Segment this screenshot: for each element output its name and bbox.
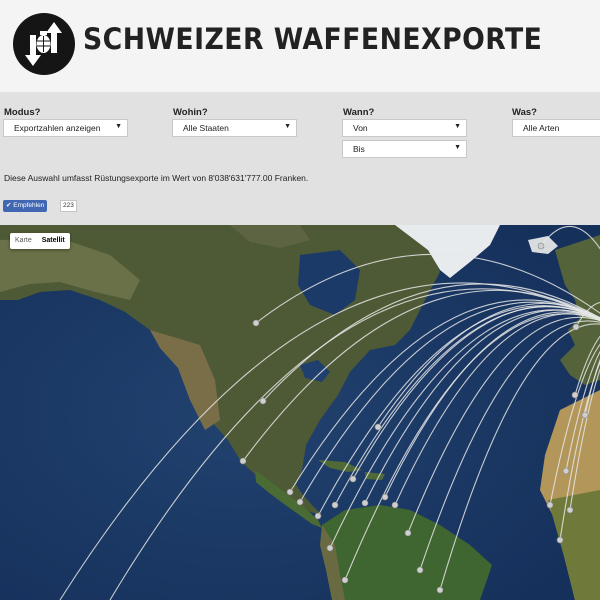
site-header: SCHWEIZER WAFFENEXPORTE <box>0 0 600 92</box>
like-button-label: Empfehlen <box>13 202 45 209</box>
destination-marker[interactable] <box>239 457 247 465</box>
destination-marker[interactable] <box>286 488 294 496</box>
destination-marker[interactable] <box>314 512 322 520</box>
when-label: Wann? <box>343 107 375 118</box>
satellite-map[interactable] <box>0 225 600 600</box>
mode-select-value: Exportzahlen anzeigen <box>14 123 101 133</box>
like-button[interactable]: ✔ Empfehlen <box>3 200 48 212</box>
destination-marker[interactable] <box>259 397 267 405</box>
destination-marker[interactable] <box>537 242 545 250</box>
map-type-control: Karte Satellit <box>10 233 70 249</box>
destination-marker[interactable] <box>566 506 574 514</box>
destination-marker[interactable] <box>436 586 444 594</box>
filter-panel: Modus? Exportzahlen anzeigen ▼ Wohin? Al… <box>0 92 600 225</box>
like-count: 223 <box>60 200 77 212</box>
grenade-arrows-icon[interactable] <box>13 13 75 75</box>
from-select[interactable]: Von ▼ <box>342 119 467 137</box>
mode-label: Modus? <box>4 107 41 118</box>
to-select[interactable]: Bis ▼ <box>342 140 467 158</box>
destination-marker[interactable] <box>296 498 304 506</box>
where-label: Wohin? <box>173 107 208 118</box>
map-view[interactable]: Karte Satellit <box>0 225 600 600</box>
destination-marker[interactable] <box>374 423 382 431</box>
from-select-value: Von <box>353 123 368 133</box>
what-select[interactable]: Alle Arten <box>512 119 600 137</box>
destination-marker[interactable] <box>326 544 334 552</box>
destination-marker[interactable] <box>581 411 589 419</box>
where-select-value: Alle Staaten <box>183 123 229 133</box>
destination-marker[interactable] <box>361 499 369 507</box>
map-type-map-button[interactable]: Karte <box>10 233 37 249</box>
destination-marker[interactable] <box>252 319 260 327</box>
dropdown-arrow-icon: ▼ <box>454 123 461 130</box>
destination-marker[interactable] <box>572 323 580 331</box>
what-select-value: Alle Arten <box>523 123 560 133</box>
mode-select[interactable]: Exportzahlen anzeigen ▼ <box>3 119 128 137</box>
destination-marker[interactable] <box>556 536 564 544</box>
destination-marker[interactable] <box>381 493 389 501</box>
map-type-satellite-button[interactable]: Satellit <box>37 233 70 249</box>
dropdown-arrow-icon: ▼ <box>454 144 461 151</box>
dropdown-arrow-icon: ▼ <box>115 123 122 130</box>
destination-marker[interactable] <box>404 529 412 537</box>
destination-marker[interactable] <box>562 467 570 475</box>
destination-marker[interactable] <box>341 576 349 584</box>
destination-marker[interactable] <box>391 501 399 509</box>
where-select[interactable]: Alle Staaten ▼ <box>172 119 297 137</box>
check-icon: ✔ <box>6 202 12 209</box>
dropdown-arrow-icon: ▼ <box>284 123 291 130</box>
page-title: SCHWEIZER WAFFENEXPORTE <box>83 22 543 56</box>
summary-text: Diese Auswahl umfasst Rüstungsexporte im… <box>4 173 309 183</box>
destination-marker[interactable] <box>546 501 554 509</box>
destination-marker[interactable] <box>349 475 357 483</box>
what-label: Was? <box>512 107 537 118</box>
destination-marker[interactable] <box>571 391 579 399</box>
destination-marker[interactable] <box>331 501 339 509</box>
to-select-value: Bis <box>353 144 365 154</box>
destination-marker[interactable] <box>416 566 424 574</box>
